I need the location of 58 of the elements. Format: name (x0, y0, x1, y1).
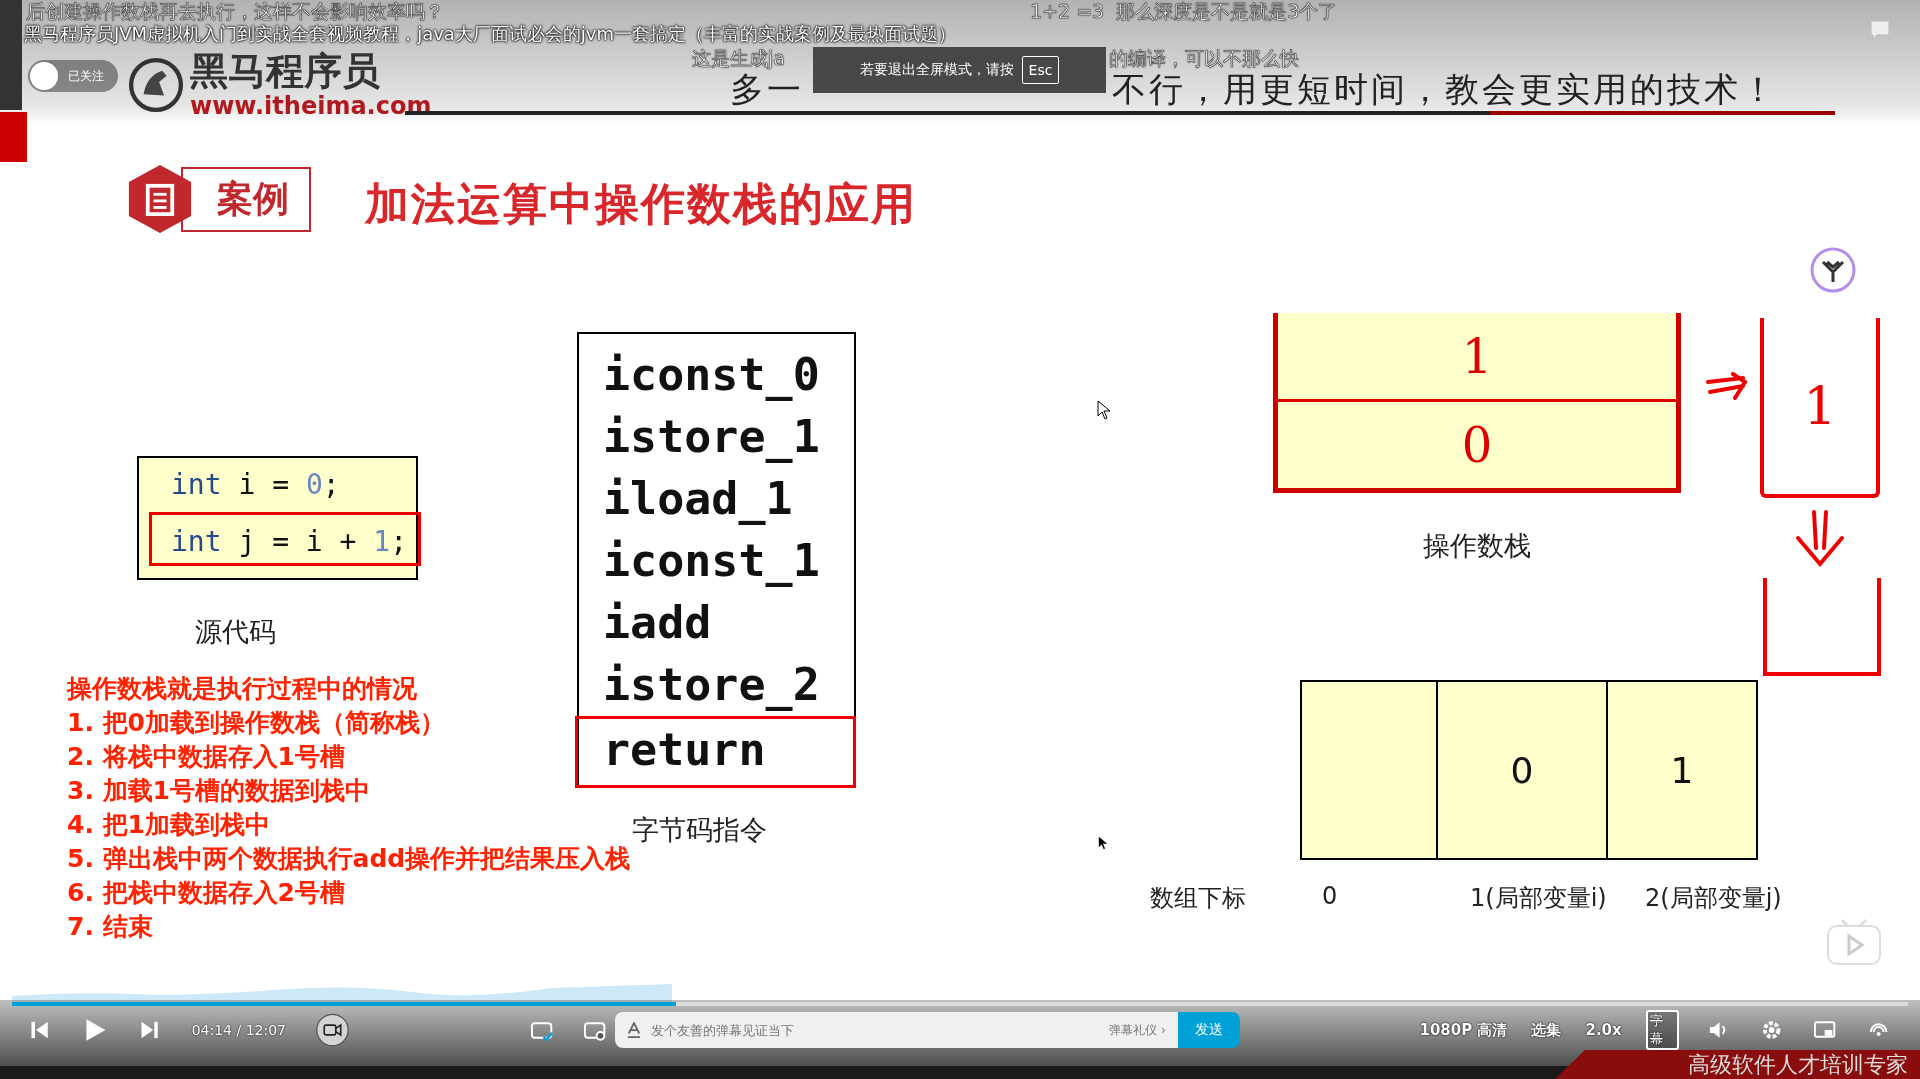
local-variable-slot: 0 (1438, 682, 1608, 858)
cursor-icon (1098, 836, 1108, 850)
cursor-icon (1097, 400, 1111, 420)
slogan: 不行，用更短时间，教会更实用的技术！ (1112, 70, 1778, 108)
bytecode-instruction: iconst_0 (602, 347, 821, 403)
bytecode-caption: 字节码指令 (632, 813, 767, 847)
bytecode-instruction: iconst_1 (602, 533, 821, 589)
camera-icon[interactable] (316, 1013, 349, 1047)
bytecode-instruction: istore_2 (602, 657, 821, 713)
note-line: 4. 把1加载到栈中 (67, 809, 271, 841)
local-variable-slot: 1 (1608, 682, 1756, 858)
stack-caption: 操作数栈 (1423, 529, 1531, 563)
esc-key: Esc (1021, 56, 1060, 84)
note-line: 7. 结束 (67, 911, 154, 943)
speed-button[interactable]: 2.0x (1585, 1021, 1622, 1039)
follow-label: 已关注 (68, 67, 104, 85)
note-line: 1. 把0加载到操作数栈（简称栈） (67, 707, 446, 739)
document-icon (127, 163, 193, 235)
source-caption: 源代码 (195, 615, 276, 649)
sketch-entry: 1 (1803, 376, 1837, 436)
danmaku-comment: 1+2 =3 那么深度是不是就是3个了 (1030, 0, 1338, 22)
code-line: int i = 0; (170, 467, 341, 503)
notice-text: 若要退出全屏模式，请按 (859, 61, 1014, 79)
bytecode-instruction: istore_1 (602, 409, 821, 465)
bytecode-instruction: return (575, 716, 856, 788)
subtitle-button[interactable]: 字幕 (1645, 1010, 1679, 1050)
danmaku-comment: 这是生成ja (692, 47, 785, 69)
note-line: 6. 把栈中数据存入2号槽 (67, 877, 346, 909)
follow-badge[interactable]: 已关注 (28, 60, 118, 92)
double-arrow-drawing (1705, 372, 1749, 402)
danmaku-comment: 后创建操作数栈再去执行，这样不会影响效率吗？ (26, 0, 444, 22)
index-label: 1(局部变量i) (1470, 883, 1607, 914)
bytecode-instruction: iload_1 (602, 471, 794, 527)
send-button[interactable]: 发送 (1177, 1012, 1241, 1048)
slide-title: 加法运算中操作数栈的应用 (365, 177, 917, 231)
danmaku-input[interactable]: 发个友善的弹幕见证当下 弹幕礼仪 › (614, 1012, 1178, 1048)
index-label: 2(局部变量j) (1645, 883, 1782, 914)
stack-entry: 1 (1278, 313, 1676, 402)
text-style-icon[interactable] (626, 1022, 641, 1038)
index-heading: 数组下标 (1150, 883, 1246, 914)
episodes-button[interactable]: 选集 (1531, 1020, 1562, 1040)
index-label: 0 (1322, 882, 1338, 910)
playback-time: 04:14 / 12:07 (191, 1022, 286, 1038)
note-line: 5. 弹出栈中两个数据执行add操作并把结果压入栈 (67, 843, 631, 875)
danmaku-text-field[interactable]: 发个友善的弹幕见证当下 (648, 1021, 1102, 1039)
note-line: 3. 加载1号槽的数据到栈中 (67, 775, 371, 807)
horse-logo-icon (128, 57, 184, 113)
brand-url: www.itheima.com (190, 92, 432, 120)
slogan: 多一 (730, 70, 804, 108)
slide-tagline: 高级软件人才培训专家 (1688, 1051, 1908, 1078)
stack-entry: 0 (1460, 416, 1494, 475)
brand-name: 黑马程序员 (190, 50, 381, 92)
etiquette-link[interactable]: 弹幕礼仪 › (1109, 1021, 1166, 1039)
danmaku-comment: 的编译，可以不那么快 (1108, 47, 1299, 69)
quality-button[interactable]: 1080P 高清 (1419, 1020, 1508, 1040)
case-label: 案例 (181, 166, 311, 232)
bytecode-instruction: iadd (602, 595, 713, 651)
badge-icon (1809, 246, 1857, 294)
